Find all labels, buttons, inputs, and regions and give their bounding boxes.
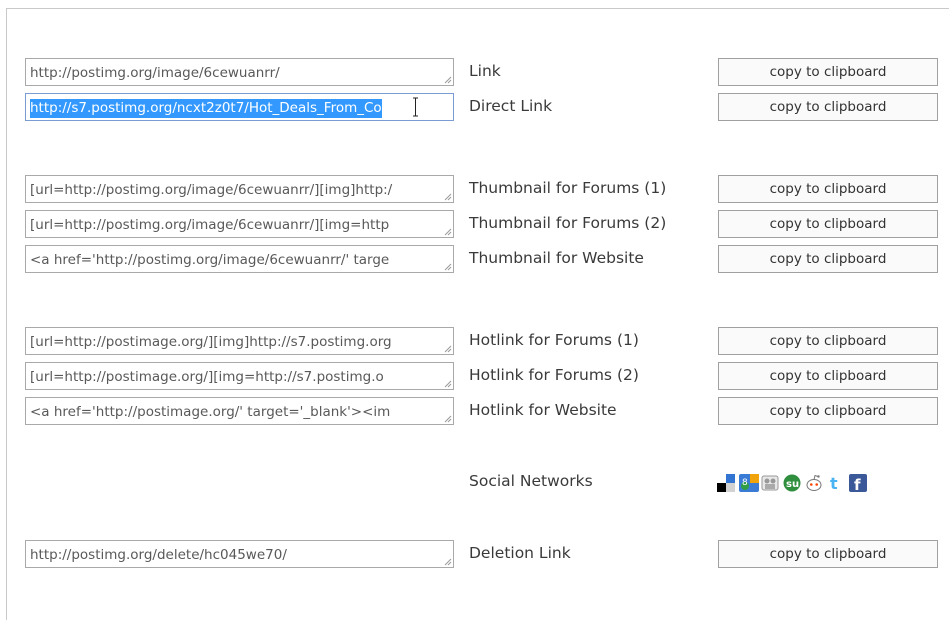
deletion-link-field[interactable]: http://postimg.org/delete/hc045we70/ — [25, 540, 454, 568]
digg-icon[interactable]: 8 — [739, 474, 759, 492]
resize-grip-icon[interactable] — [442, 378, 452, 388]
thumbnail-forums-1-copy-button[interactable]: copy to clipboard — [718, 175, 938, 203]
row-hotlink-forums-2: [url=http://postimage.org/][img=http://s… — [0, 362, 949, 392]
reddit-icon[interactable] — [805, 474, 823, 492]
hotlink-forums-2-field-value: [url=http://postimage.org/][img=http://s… — [30, 369, 384, 385]
hotlink-forums-1-field[interactable]: [url=http://postimage.org/][img]http://s… — [25, 327, 454, 355]
thumbnail-forums-2-field-value: [url=http://postimg.org/image/6cewuanrr/… — [30, 217, 390, 233]
hotlink-website-field[interactable]: <a href='http://postimage.org/' target='… — [25, 397, 454, 425]
svg-text:f: f — [854, 476, 861, 492]
hotlink-forums-2-label: Hotlink for Forums (2) — [469, 366, 639, 384]
row-social-networks: Social Networks 8 su t f — [0, 468, 949, 498]
hotlink-forums-1-field-value: [url=http://postimage.org/][img]http://s… — [30, 334, 392, 350]
svg-text:su: su — [786, 479, 799, 490]
thumbnail-forums-2-field[interactable]: [url=http://postimg.org/image/6cewuanrr/… — [25, 210, 454, 238]
twitter-icon[interactable]: t — [827, 474, 845, 493]
hotlink-forums-2-field[interactable]: [url=http://postimage.org/][img=http://s… — [25, 362, 454, 390]
social-networks-label: Social Networks — [469, 472, 593, 490]
svg-text:t: t — [830, 474, 838, 492]
direct-link-field-value: http://s7.postimg.org/ncxt2z0t7/Hot_Deal… — [30, 99, 382, 118]
row-link: http://postimg.org/image/6cewuanrr/ Link… — [0, 58, 949, 88]
facebook-icon[interactable]: f — [849, 474, 867, 494]
thumbnail-forums-1-field-value: [url=http://postimg.org/image/6cewuanrr/… — [30, 182, 393, 198]
link-copy-button[interactable]: copy to clipboard — [718, 58, 938, 86]
resize-grip-icon[interactable] — [442, 261, 452, 271]
hotlink-website-label: Hotlink for Website — [469, 401, 617, 419]
direct-link-copy-button[interactable]: copy to clipboard — [718, 93, 938, 121]
direct-link-field[interactable]: http://s7.postimg.org/ncxt2z0t7/Hot_Deal… — [25, 93, 454, 121]
delicious-icon[interactable] — [717, 474, 735, 492]
row-thumbnail-website: <a href='http://postimg.org/image/6cewua… — [0, 245, 949, 275]
resize-grip-icon[interactable] — [442, 556, 452, 566]
social-icons: 8 su t f — [717, 472, 867, 494]
row-deletion-link: http://postimg.org/delete/hc045we70/ Del… — [0, 540, 949, 570]
thumbnail-website-field-value: <a href='http://postimg.org/image/6cewua… — [30, 252, 390, 268]
hotlink-website-field-value: <a href='http://postimage.org/' target='… — [30, 404, 391, 420]
resize-grip-icon[interactable] — [442, 191, 452, 201]
link-label: Link — [469, 62, 501, 80]
thumbnail-website-field[interactable]: <a href='http://postimg.org/image/6cewua… — [25, 245, 454, 273]
row-hotlink-forums-1: [url=http://postimage.org/][img]http://s… — [0, 327, 949, 357]
deletion-link-label: Deletion Link — [469, 544, 571, 562]
deletion-link-copy-button[interactable]: copy to clipboard — [718, 540, 938, 568]
hotlink-forums-1-copy-button[interactable]: copy to clipboard — [718, 327, 938, 355]
direct-link-label: Direct Link — [469, 97, 553, 115]
thumbnail-forums-2-label: Thumbnail for Forums (2) — [469, 214, 667, 232]
row-direct-link: http://s7.postimg.org/ncxt2z0t7/Hot_Deal… — [0, 93, 949, 123]
thumbnail-website-label: Thumbnail for Website — [469, 249, 644, 267]
resize-grip-icon[interactable] — [442, 343, 452, 353]
row-thumbnail-forums-2: [url=http://postimg.org/image/6cewuanrr/… — [0, 210, 949, 240]
thumbnail-website-copy-button[interactable]: copy to clipboard — [718, 245, 938, 273]
thumbnail-forums-2-copy-button[interactable]: copy to clipboard — [718, 210, 938, 238]
resize-grip-icon[interactable] — [442, 226, 452, 236]
resize-grip-icon[interactable] — [442, 74, 452, 84]
thumbnail-forums-1-field[interactable]: [url=http://postimg.org/image/6cewuanrr/… — [25, 175, 454, 203]
stumbleupon-icon[interactable]: su — [783, 474, 801, 492]
row-hotlink-website: <a href='http://postimage.org/' target='… — [0, 397, 949, 427]
resize-grip-icon[interactable] — [442, 413, 452, 423]
link-field[interactable]: http://postimg.org/image/6cewuanrr/ — [25, 58, 454, 86]
thumbnail-forums-1-label: Thumbnail for Forums (1) — [469, 179, 667, 197]
text-cursor-icon — [413, 97, 418, 117]
deletion-link-field-value: http://postimg.org/delete/hc045we70/ — [30, 547, 287, 563]
hotlink-forums-1-label: Hotlink for Forums (1) — [469, 331, 639, 349]
hotlink-forums-2-copy-button[interactable]: copy to clipboard — [718, 362, 938, 390]
svg-text:8: 8 — [742, 478, 748, 488]
hotlink-website-copy-button[interactable]: copy to clipboard — [718, 397, 938, 425]
link-field-value: http://postimg.org/image/6cewuanrr/ — [30, 65, 280, 81]
row-thumbnail-forums-1: [url=http://postimg.org/image/6cewuanrr/… — [0, 175, 949, 205]
myspace-icon[interactable] — [761, 474, 779, 492]
